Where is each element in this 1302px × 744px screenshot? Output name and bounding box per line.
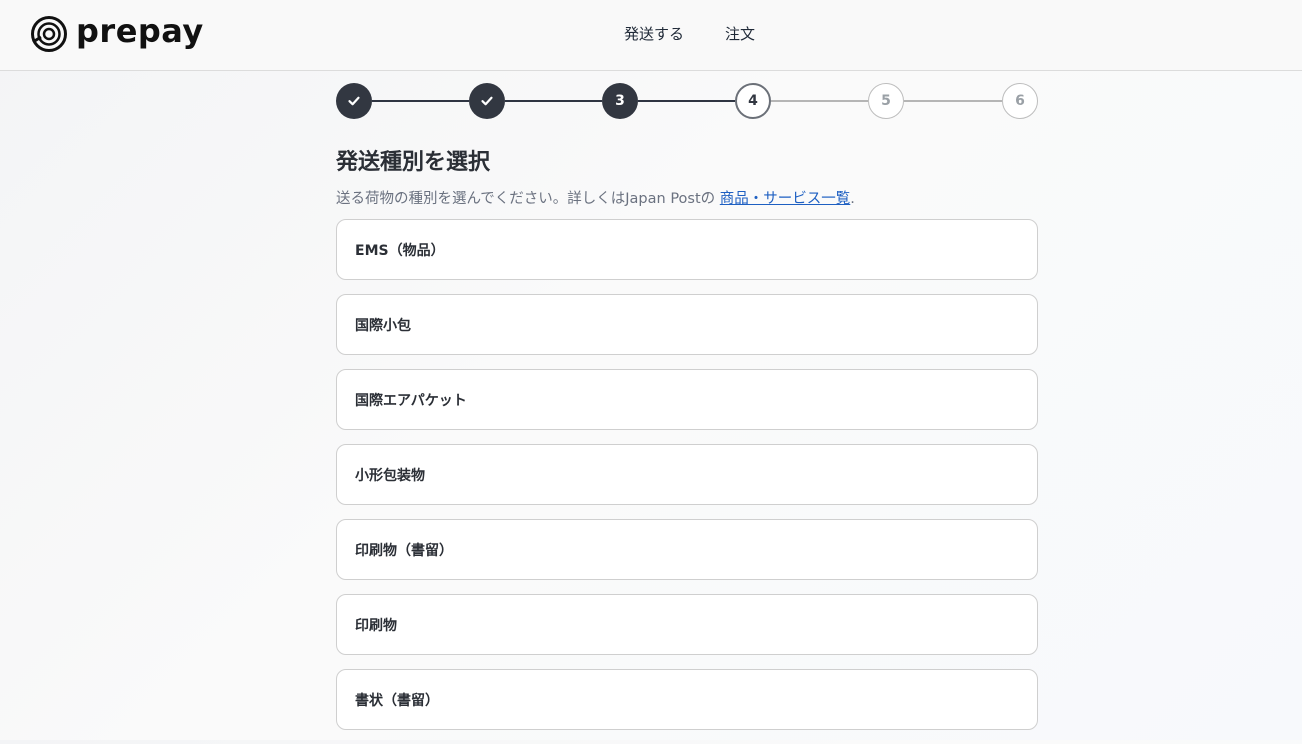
step-5[interactable]: 5 [868,83,904,119]
option-air-packet[interactable]: 国際エアパケット [336,369,1038,430]
option-label: 小形包装物 [355,467,425,484]
subtitle-end: . [850,191,855,207]
main-nav: 発送する 注文 [624,0,796,67]
option-printed-matter-registered[interactable]: 印刷物（書留） [336,519,1038,580]
shipping-type-section: 発送種別を選択 送る荷物の種別を選んでください。詳しくはJapan Postの … [336,148,1038,730]
nav-ship[interactable]: 発送する [624,23,684,44]
option-label: 国際小包 [355,317,411,334]
option-letter-registered[interactable]: 書状（書留） [336,669,1038,730]
step-connector-2 [505,100,602,102]
option-small-packet[interactable]: 小形包装物 [336,444,1038,505]
nav-orders[interactable]: 注文 [725,23,755,44]
check-icon [481,96,493,106]
step-6[interactable]: 6 [1002,83,1038,119]
option-printed-matter[interactable]: 印刷物 [336,594,1038,655]
page-title: 発送種別を選択 [336,150,491,175]
progress-stepper: 3 4 5 6 [336,83,1038,119]
option-label: EMS（物品） [355,242,445,259]
page-subtitle: 送る荷物の種別を選んでください。詳しくはJapan Postの 商品・サービス一… [336,189,1038,209]
step-1[interactable] [336,83,372,119]
option-label: 書状（書留） [355,692,439,709]
shipping-options-list: EMS（物品） 国際小包 国際エアパケット 小形包装物 印刷物（書留） 印刷物 … [336,219,1038,744]
step-connector-4 [771,100,868,102]
step-connector-5 [904,100,1002,102]
logo[interactable]: prepay [30,12,204,54]
top-header: prepay 発送する 注文 [0,0,1302,71]
option-label: 印刷物 [355,617,397,634]
subtitle-text: 送る荷物の種別を選んでください。詳しくはJapan Postの [336,191,720,207]
step-2[interactable] [469,83,505,119]
step-3[interactable]: 3 [602,83,638,119]
option-label: 印刷物（書留） [355,542,453,559]
check-icon [348,96,360,106]
logo-icon [31,16,67,52]
services-link[interactable]: 商品・サービス一覧 [720,191,851,207]
step-connector-3 [638,100,735,102]
option-ems[interactable]: EMS（物品） [336,219,1038,280]
option-international-parcel[interactable]: 国際小包 [336,294,1038,355]
logo-text: prepay [76,12,204,50]
option-label: 国際エアパケット [355,392,467,409]
step-connector-1 [372,100,469,102]
step-4[interactable]: 4 [735,83,771,119]
